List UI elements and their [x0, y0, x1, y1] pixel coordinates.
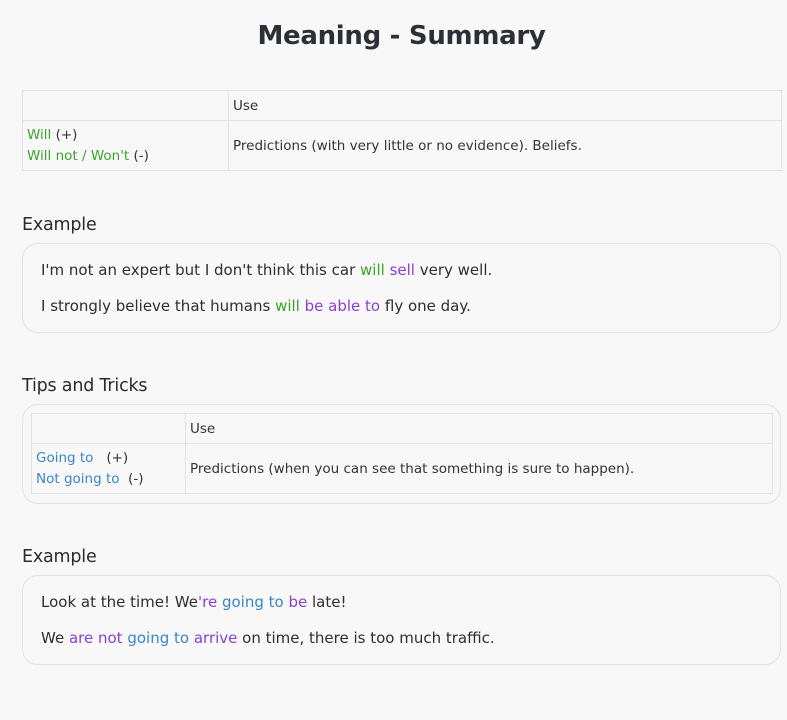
going-to-label: Going to [36, 449, 94, 466]
tips-card: Use Going to (+) Not going to (-) Predic… [22, 404, 781, 504]
negative-sign: (-) [129, 147, 149, 164]
positive-sign: (+) [93, 449, 129, 466]
use-header: Use [228, 90, 782, 121]
example-sentence: I strongly believe that humans will be a… [41, 297, 471, 315]
example-heading: Example [22, 547, 97, 567]
page-title: Meaning - Summary [257, 21, 546, 51]
example-sentence: We are not going to arrive on time, ther… [41, 629, 495, 647]
use-cell: Predictions (with very little or no evid… [228, 120, 782, 171]
meaning-table: Use Will (+) Will not / Won't (-) Predic… [22, 90, 782, 171]
will-label: Will [27, 126, 52, 143]
form-cell: Going to (+) Not going to (-) [31, 443, 186, 494]
will-not-label: Will not / Won't [27, 147, 130, 164]
form-cell: Will (+) Will not / Won't (-) [22, 120, 229, 171]
positive-sign: (+) [51, 126, 78, 143]
example-sentence: Look at the time! We're going to be late… [41, 593, 347, 611]
use-header: Use [185, 413, 773, 444]
form-header-cell [22, 90, 229, 121]
example-card: Look at the time! We're going to be late… [22, 575, 781, 665]
example-sentence: I'm not an expert but I don't think this… [41, 261, 493, 279]
not-going-to-label: Not going to [36, 470, 120, 487]
form-header-cell [31, 413, 186, 444]
tips-table: Use Going to (+) Not going to (-) Predic… [31, 413, 773, 494]
negative-sign: (-) [119, 470, 144, 487]
tips-heading: Tips and Tricks [22, 376, 148, 396]
use-cell: Predictions (when you can see that somet… [185, 443, 773, 494]
example-card: I'm not an expert but I don't think this… [22, 243, 781, 333]
example-heading: Example [22, 215, 97, 235]
